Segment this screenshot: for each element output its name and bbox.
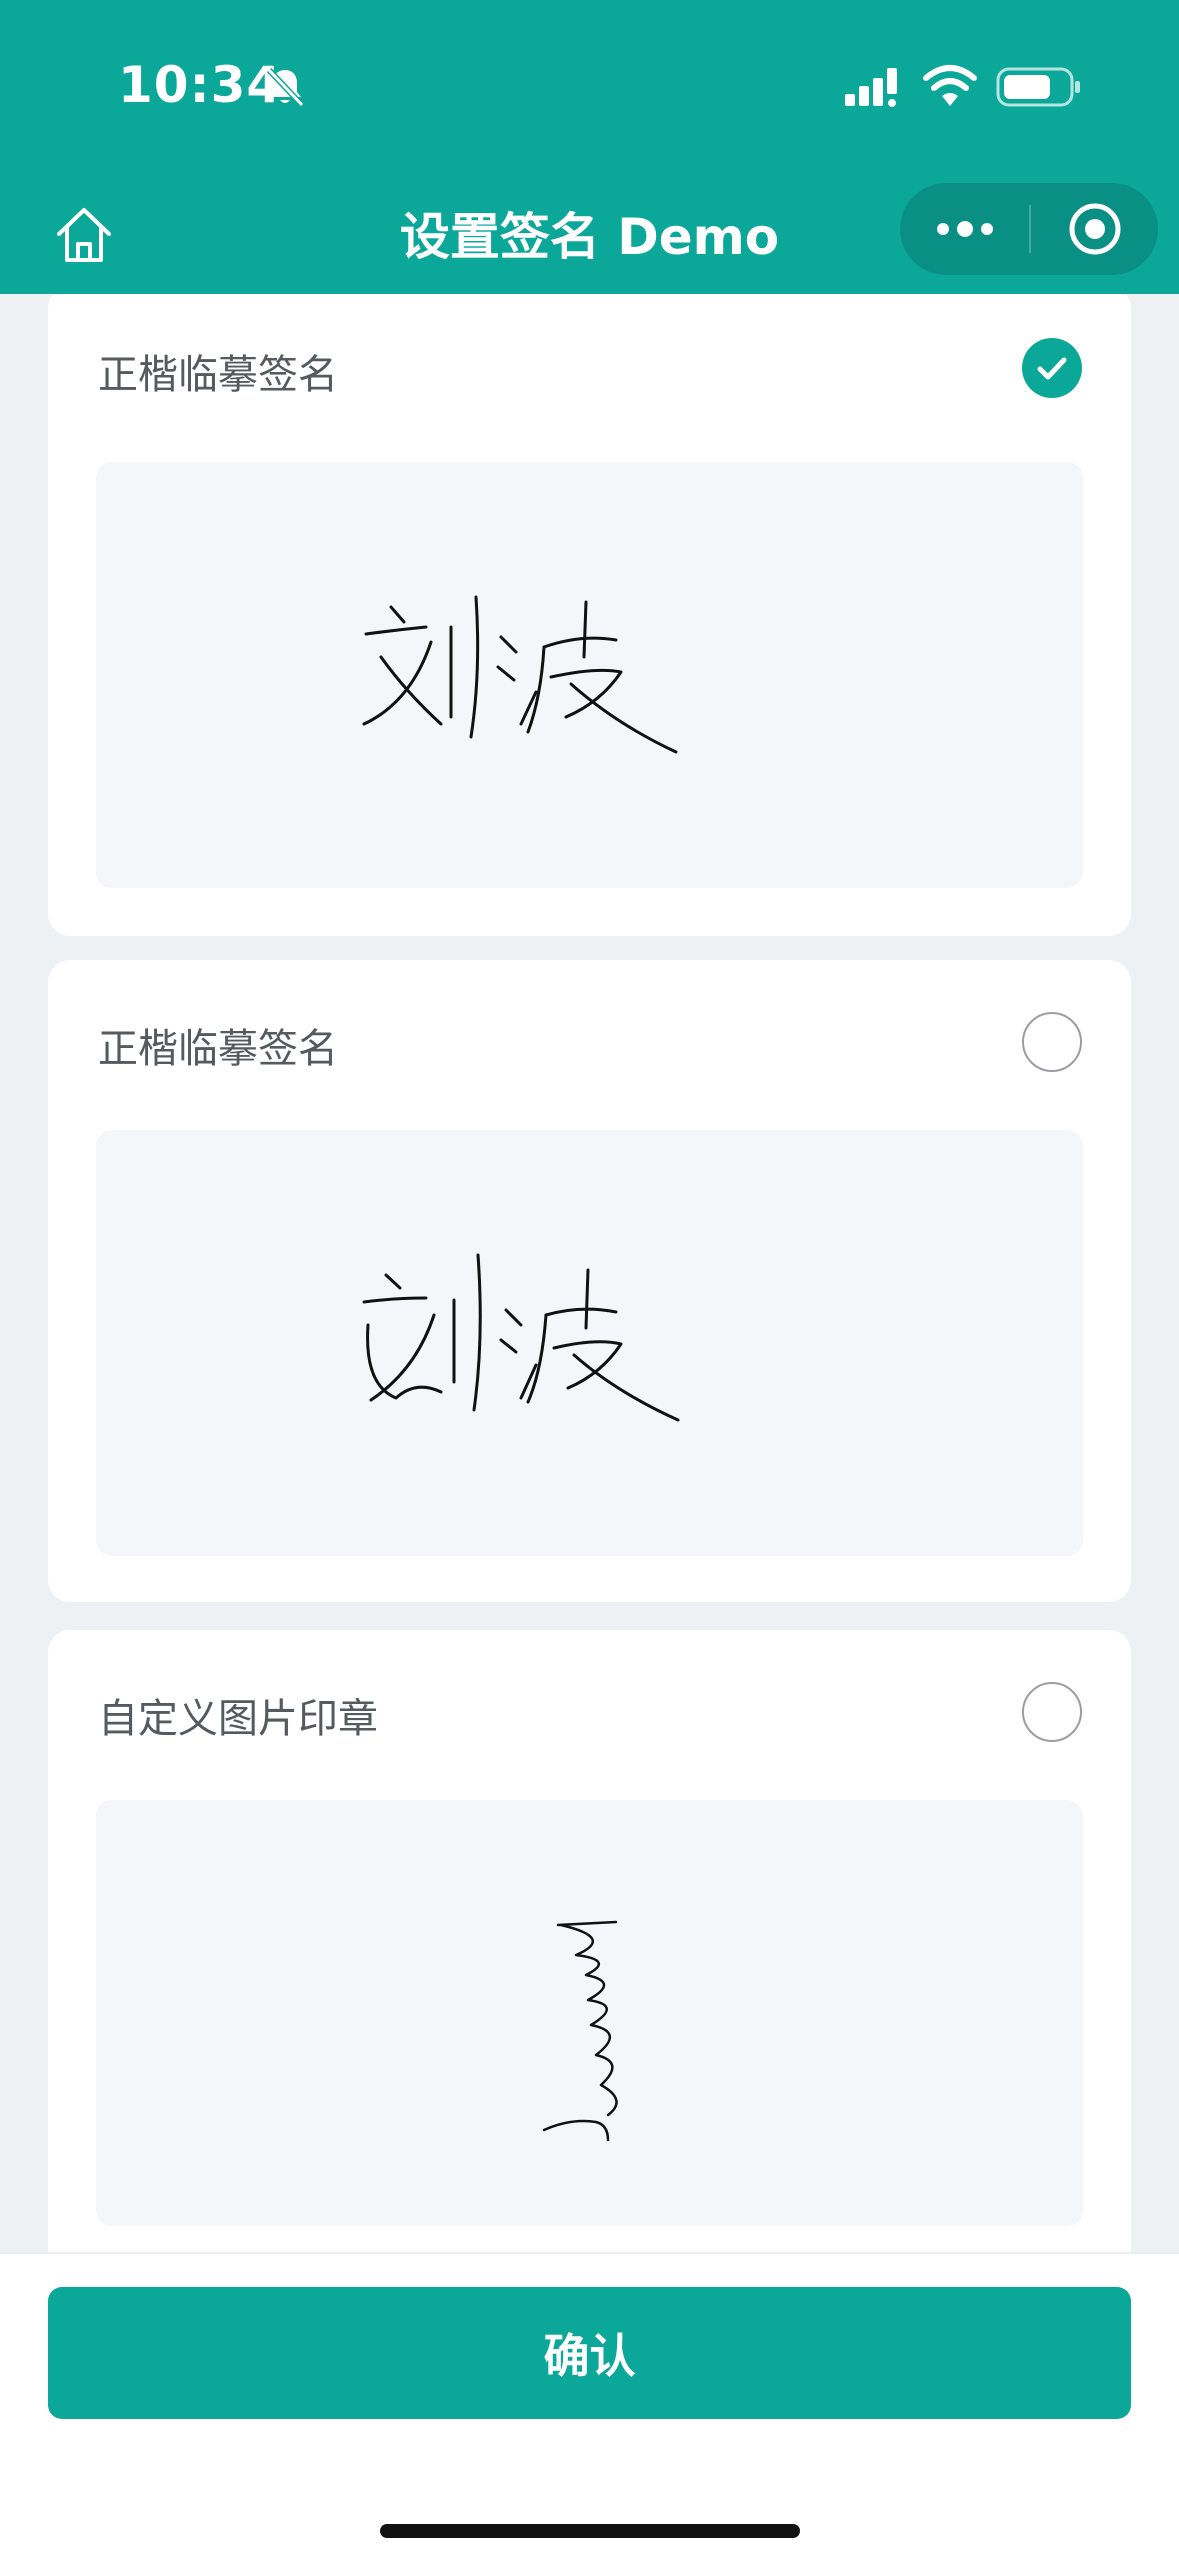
radio-unselected[interactable]: [1022, 1012, 1082, 1072]
footer: 确认: [0, 2252, 1179, 2556]
option-title: 正楷临摹签名: [98, 1026, 338, 1072]
signal-icon: [845, 68, 897, 107]
more-button[interactable]: [900, 183, 1029, 275]
handwritten-signature-image: [362, 1253, 680, 1422]
more-icon: [936, 221, 993, 237]
radio-unselected[interactable]: [1022, 1682, 1082, 1742]
close-miniapp-button[interactable]: [1031, 183, 1158, 275]
screen: 10:34 设置签名 Demo 正楷临摹签名 正楷临摹签名 自定义图片印章 确认: [0, 0, 1179, 2556]
status-time: 10:34: [118, 56, 283, 114]
seal-preview: [96, 1800, 1083, 2226]
bell-muted-icon: [266, 67, 305, 108]
signature-option-card[interactable]: 自定义图片印章: [48, 1630, 1131, 2252]
confirm-button[interactable]: 确认: [48, 2287, 1131, 2419]
nav-bar: 设置签名 Demo: [0, 175, 1179, 294]
home-indicator: [380, 2524, 800, 2538]
header: 10:34 设置签名 Demo: [0, 0, 1179, 294]
signature-list: 正楷临摹签名 正楷临摹签名 自定义图片印章: [0, 294, 1179, 2252]
option-title: 自定义图片印章: [98, 1696, 378, 1742]
handwritten-signature-image: [362, 595, 678, 754]
check-icon: [1037, 357, 1067, 380]
signature-option-card[interactable]: 正楷临摹签名: [48, 294, 1131, 936]
close-target-icon: [1069, 203, 1120, 255]
miniapp-capsule: [900, 183, 1158, 275]
option-title: 正楷临摹签名: [98, 352, 338, 398]
signature-preview: [96, 1130, 1083, 1556]
custom-seal-image: [542, 1920, 618, 2142]
status-bar: 10:34: [0, 0, 1179, 175]
battery-icon: [996, 67, 1080, 107]
wifi-icon: [923, 65, 977, 106]
signature-option-card[interactable]: 正楷临摹签名: [48, 960, 1131, 1602]
signature-preview: [96, 462, 1083, 888]
radio-selected[interactable]: [1022, 338, 1082, 398]
